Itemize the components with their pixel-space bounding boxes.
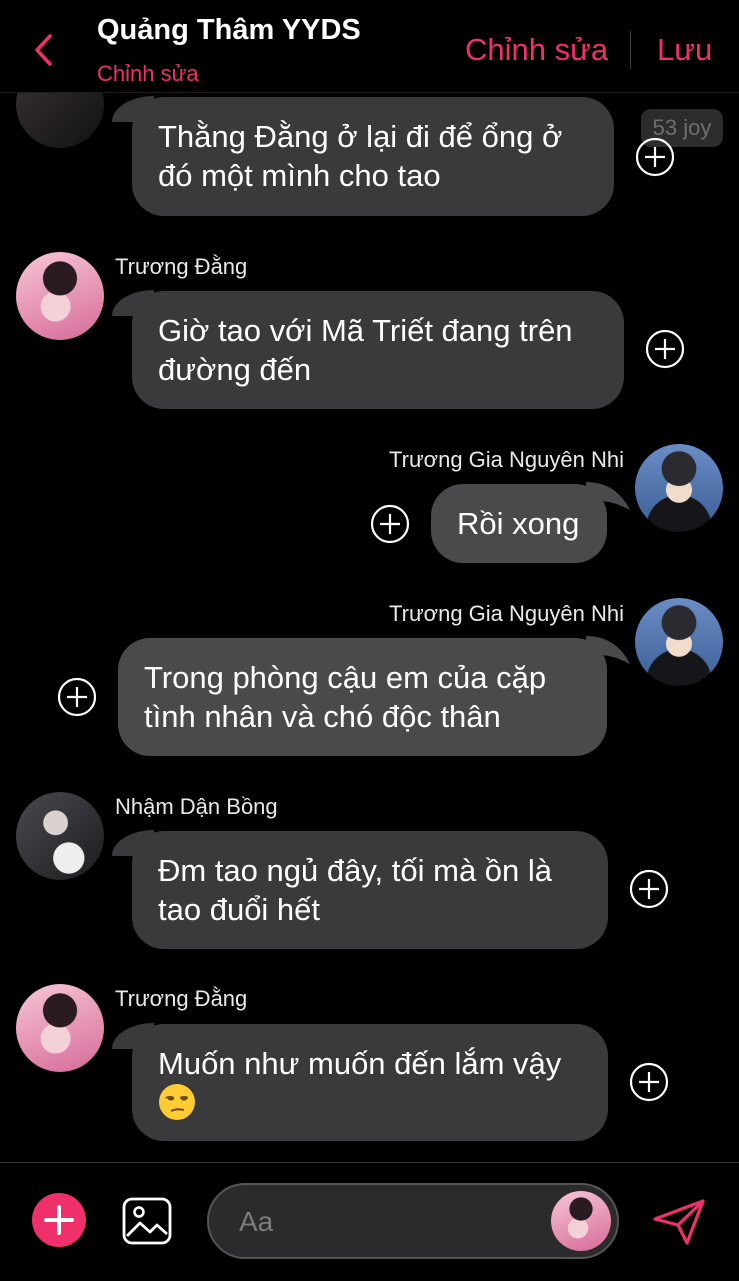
- image-picker-icon[interactable]: [121, 1196, 173, 1246]
- chat-title: Quảng Thâm YYDS: [97, 14, 361, 46]
- chat-subtitle[interactable]: Chỉnh sửa: [97, 61, 199, 87]
- message-bubble[interactable]: Đm tao ngủ đây, tối mà ồn là tao đuổi hế…: [132, 831, 608, 949]
- header: Quảng Thâm YYDS Chỉnh sửa Chỉnh sửa Lưu: [0, 0, 739, 93]
- message-text: Thằng Đằng ở lại đi để ổng ở đó một mình…: [158, 119, 563, 193]
- message-text: Giờ tao với Mã Triết đang trên đường đến: [158, 313, 573, 387]
- save-button[interactable]: Lưu: [657, 32, 712, 68]
- input-avatar[interactable]: [551, 1191, 611, 1251]
- message-text: Đm tao ngủ đây, tối mà ồn là tao đuổi hế…: [158, 853, 553, 927]
- sender-name: Trương Đằng: [115, 986, 248, 1011]
- back-chevron-icon[interactable]: [30, 30, 58, 70]
- sender-name: Nhậm Dận Bồng: [115, 794, 278, 819]
- message-text: Muốn như muốn đến lắm vậy: [158, 1046, 562, 1081]
- avatar[interactable]: [635, 444, 723, 532]
- sender-name: Trương Gia Nguyên Nhi: [389, 447, 624, 472]
- header-divider: [630, 31, 631, 69]
- sender-name: Trương Gia Nguyên Nhi: [389, 601, 624, 626]
- add-reaction-icon[interactable]: [629, 869, 669, 909]
- send-icon[interactable]: [651, 1197, 707, 1247]
- add-reaction-icon[interactable]: [645, 329, 685, 369]
- message-bubble[interactable]: Thằng Đằng ở lại đi để ổng ở đó một mình…: [132, 97, 614, 216]
- message-bubble[interactable]: Muốn như muốn đến lắm vậy: [132, 1024, 608, 1141]
- message-bubble[interactable]: Rồi xong: [431, 484, 607, 563]
- plus-icon: [44, 1205, 74, 1235]
- message-text: Rồi xong: [457, 506, 580, 541]
- add-reaction-icon[interactable]: [635, 137, 675, 177]
- message-bubble[interactable]: Trong phòng cậu em của cặp tình nhân và …: [118, 638, 607, 756]
- avatar[interactable]: [16, 984, 104, 1072]
- avatar[interactable]: [16, 252, 104, 340]
- edit-button[interactable]: Chỉnh sửa: [465, 32, 608, 68]
- add-reaction-icon[interactable]: [57, 677, 97, 717]
- add-attachment-button[interactable]: [32, 1193, 86, 1247]
- unamused-face-icon: [158, 1083, 196, 1130]
- message-text: Trong phòng cậu em của cặp tình nhân và …: [144, 660, 547, 734]
- avatar[interactable]: [635, 598, 723, 686]
- avatar[interactable]: [16, 792, 104, 880]
- composer-bar: [0, 1162, 739, 1281]
- message-input[interactable]: [237, 1201, 541, 1243]
- sender-name: Trương Đằng: [115, 254, 248, 279]
- add-reaction-icon[interactable]: [370, 504, 410, 544]
- message-input-wrapper[interactable]: [207, 1183, 619, 1259]
- add-reaction-icon[interactable]: [629, 1062, 669, 1102]
- message-bubble[interactable]: Giờ tao với Mã Triết đang trên đường đến: [132, 291, 624, 409]
